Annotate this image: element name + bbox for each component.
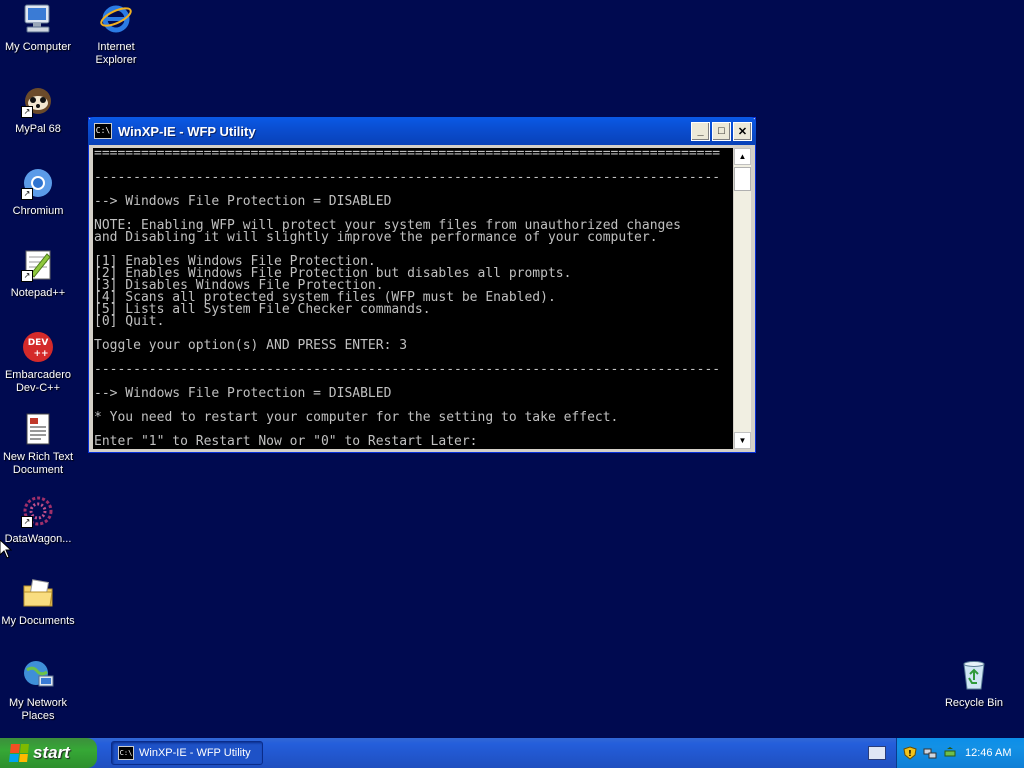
minimize-button[interactable]: _ (691, 121, 710, 141)
desktop-icon-label: MyPal 68 (15, 123, 61, 135)
keyboard-icon[interactable] (868, 746, 886, 760)
window-titlebar[interactable]: C:\ WinXP-IE - WFP Utility _ □ ✕ (88, 117, 756, 145)
taskbar-button-wfp-utility[interactable]: C:\ WinXP-IE - WFP Utility (111, 741, 263, 765)
taskbar-button-label: WinXP-IE - WFP Utility (139, 747, 251, 759)
desktop-icon-network-places[interactable]: My Network Places (0, 658, 76, 723)
shortcut-arrow-icon: ↗ (21, 270, 33, 282)
svg-text:DEV: DEV (28, 338, 49, 348)
console-output[interactable]: ========================================… (93, 148, 733, 449)
desktop-icon-internet-explorer[interactable]: Internet Explorer (78, 2, 154, 67)
desktop-icon-label: Embarcadero Dev-C++ (4, 369, 72, 394)
svg-text:++: ++ (33, 349, 48, 359)
notepadpp-icon: ↗ (21, 248, 55, 282)
my-computer-icon (21, 2, 55, 36)
svg-text:!: ! (908, 749, 912, 758)
desktop-icon-label: Internet Explorer (95, 41, 137, 66)
windows-logo-icon (9, 744, 29, 762)
command-prompt-icon[interactable]: C:\ (94, 123, 112, 139)
desktop-icon-label: My Computer (4, 41, 72, 53)
security-shield-icon[interactable]: ! (903, 746, 917, 760)
taskbar: start C:\ WinXP-IE - WFP Utility ! 12:46… (0, 738, 1024, 768)
close-icon: ✕ (737, 125, 748, 138)
recycle-bin-icon (957, 658, 991, 692)
command-prompt-icon: C:\ (118, 746, 134, 760)
desktop-icon-devcpp[interactable]: DEV ++ Embarcadero Dev-C++ (0, 330, 76, 395)
chromium-icon: ↗ (21, 166, 55, 200)
shortcut-arrow-icon: ↗ (21, 106, 33, 118)
desktop-icon-my-documents[interactable]: My Documents (0, 576, 76, 628)
rtf-document-icon (21, 412, 55, 446)
desktop-icon-mypal[interactable]: ↗ MyPal 68 (0, 84, 76, 136)
desktop-icon-label: My Documents (1, 615, 75, 627)
my-documents-icon (21, 576, 55, 610)
console-text: ========================================… (94, 148, 721, 449)
scroll-down-button[interactable]: ▼ (734, 432, 751, 449)
maximize-button[interactable]: □ (712, 121, 731, 141)
desktop: My Computer Internet Explorer ↗ MyPal 68 (0, 0, 1024, 738)
desktop-icon-label: Chromium (12, 205, 64, 217)
mypal-icon: ↗ (21, 84, 55, 118)
shortcut-arrow-icon: ↗ (21, 188, 33, 200)
minimize-icon: _ (697, 125, 704, 137)
close-button[interactable]: ✕ (733, 121, 752, 141)
start-button[interactable]: start (0, 738, 97, 768)
network-icon[interactable] (923, 746, 937, 760)
desktop-icon-label: My Network Places (8, 697, 68, 722)
desktop-icon-chromium[interactable]: ↗ Chromium (0, 166, 76, 218)
system-tray: ! 12:46 AM (896, 738, 1024, 768)
devcpp-icon: DEV ++ (21, 330, 55, 364)
desktop-icon-datawagon[interactable]: ↗ DataWagon... (0, 494, 76, 546)
desktop-icon-notepadpp[interactable]: ↗ Notepad++ (0, 248, 76, 300)
taskbar-clock[interactable]: 12:46 AM (965, 747, 1011, 759)
vertical-scrollbar[interactable]: ▲ ▼ (734, 148, 751, 449)
desktop-icon-recycle-bin[interactable]: Recycle Bin (936, 658, 1012, 710)
internet-explorer-icon (99, 2, 133, 36)
safely-remove-hardware-icon[interactable] (943, 746, 957, 760)
scroll-up-button[interactable]: ▲ (734, 148, 751, 165)
window-title: WinXP-IE - WFP Utility (118, 123, 256, 139)
desktop-icon-label: New Rich Text Document (2, 451, 74, 476)
mouse-cursor-icon (0, 540, 12, 559)
start-label: start (33, 743, 70, 762)
shortcut-arrow-icon: ↗ (21, 516, 33, 528)
maximize-icon: □ (718, 125, 725, 137)
datawagon-icon: ↗ (21, 494, 55, 528)
desktop-icon-label: Notepad++ (10, 287, 66, 299)
desktop-icon-label: Recycle Bin (944, 697, 1004, 709)
console-window[interactable]: C:\ WinXP-IE - WFP Utility _ □ ✕ =======… (88, 117, 756, 453)
desktop-icon-my-computer[interactable]: My Computer (0, 2, 76, 54)
scroll-thumb[interactable] (734, 167, 751, 191)
desktop-icon-rtf-document[interactable]: New Rich Text Document (0, 412, 76, 477)
network-places-icon (21, 658, 55, 692)
